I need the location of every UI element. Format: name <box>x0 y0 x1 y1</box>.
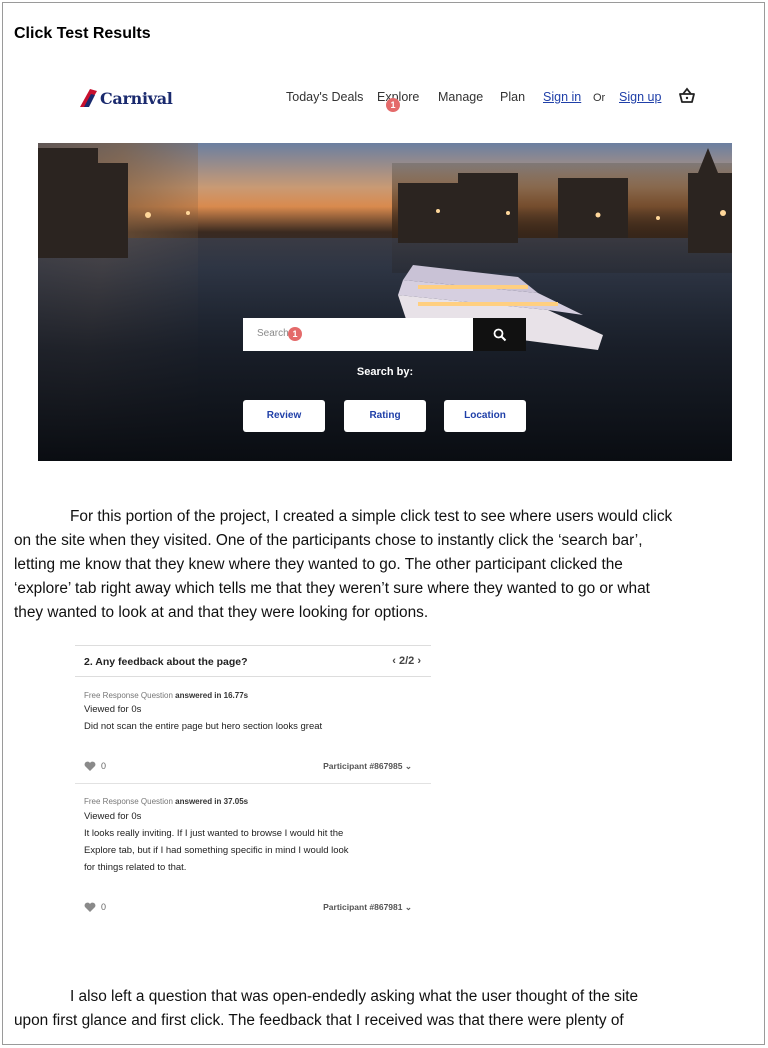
click-marker-explore: 1 <box>386 98 400 112</box>
city-skyline <box>38 148 732 258</box>
site-navbar: Carnival Today's Deals Explore 1 Manage … <box>3 73 764 123</box>
nav-manage[interactable]: Manage <box>438 90 483 104</box>
nav-sign-in[interactable]: Sign in <box>543 90 581 104</box>
paragraph-click-test: For this portion of the project, I creat… <box>14 505 672 625</box>
response-divider <box>75 783 431 784</box>
chevron-down-icon: ⌄ <box>404 761 412 771</box>
response-text: It looks really inviting. If I just want… <box>84 828 344 839</box>
response-viewed: Viewed for 0s <box>84 811 142 822</box>
nav-plan[interactable]: Plan <box>500 90 525 104</box>
paragraph-line: ‘explore’ tab right away which tells me … <box>14 580 650 597</box>
click-marker-search: 1 <box>288 327 302 341</box>
paragraph-line: they wanted to look at and that they wer… <box>14 604 429 621</box>
hero-search-input[interactable]: Search 1 <box>243 318 473 351</box>
heart-icon[interactable] <box>84 902 96 913</box>
filter-location-button[interactable]: Location <box>444 400 526 432</box>
paragraph-open-ended: I also left a question that was open-end… <box>14 985 638 1033</box>
filter-review-button[interactable]: Review <box>243 400 325 432</box>
response-type: Free Response Question <box>84 797 173 806</box>
nav-sign-up[interactable]: Sign up <box>619 90 661 104</box>
participant-dropdown[interactable]: Participant #867981 ⌄ <box>323 902 412 913</box>
heart-icon[interactable] <box>84 761 96 772</box>
like-count: 0 <box>101 902 107 912</box>
paragraph-line: letting me know that they knew where the… <box>14 556 623 573</box>
nav-todays-deals[interactable]: Today's Deals <box>286 90 363 104</box>
search-button[interactable] <box>473 318 526 351</box>
paragraph-line: on the site when they visited. One of th… <box>14 532 643 549</box>
feedback-pager[interactable]: ‹ 2/2 › <box>392 655 421 667</box>
logo-text: Carnival <box>100 88 173 108</box>
paragraph-line: For this portion of the project, I creat… <box>70 508 673 525</box>
search-placeholder: Search <box>257 328 289 339</box>
response-type: Free Response Question <box>84 691 173 700</box>
carnival-logo[interactable]: Carnival <box>78 86 173 110</box>
search-by-label: Search by: <box>356 366 414 378</box>
paragraph-line: I also left a question that was open-end… <box>70 988 639 1005</box>
response-text: Did not scan the entire page but hero se… <box>84 721 323 732</box>
response-answered-time: answered in 37.05s <box>175 797 249 806</box>
response-meta: Free Response Question answered in 37.05… <box>84 797 248 806</box>
response-text: for things related to that. <box>84 862 187 873</box>
paragraph-line: upon first glance and first click. The f… <box>14 1012 624 1029</box>
basket-icon[interactable] <box>678 87 696 105</box>
filter-rating-button[interactable]: Rating <box>344 400 426 432</box>
nav-or: Or <box>593 92 606 104</box>
participant-id: Participant #867981 <box>323 902 403 912</box>
like-count: 0 <box>101 761 107 771</box>
document-page: Click Test Results Carnival Today's Deal… <box>2 2 765 1045</box>
chevron-down-icon: ⌄ <box>404 902 412 912</box>
response-answered-time: answered in 16.77s <box>175 691 249 700</box>
hero-image: Search 1 Search by: Review Rating Locati… <box>38 143 732 461</box>
participant-dropdown[interactable]: Participant #867985 ⌄ <box>323 761 412 772</box>
feedback-card: 2. Any feedback about the page? ‹ 2/2 › … <box>75 645 431 927</box>
search-icon <box>493 328 506 341</box>
response-viewed: Viewed for 0s <box>84 704 142 715</box>
feedback-card-header: 2. Any feedback about the page? ‹ 2/2 › <box>75 645 431 677</box>
participant-id: Participant #867985 <box>323 761 403 771</box>
response-text: Explore tab, but if I had something spec… <box>84 845 349 856</box>
feedback-question: 2. Any feedback about the page? <box>84 656 248 668</box>
carnival-funnel-icon <box>80 89 97 107</box>
document-title: Click Test Results <box>14 25 151 42</box>
response-meta: Free Response Question answered in 16.77… <box>84 691 248 700</box>
